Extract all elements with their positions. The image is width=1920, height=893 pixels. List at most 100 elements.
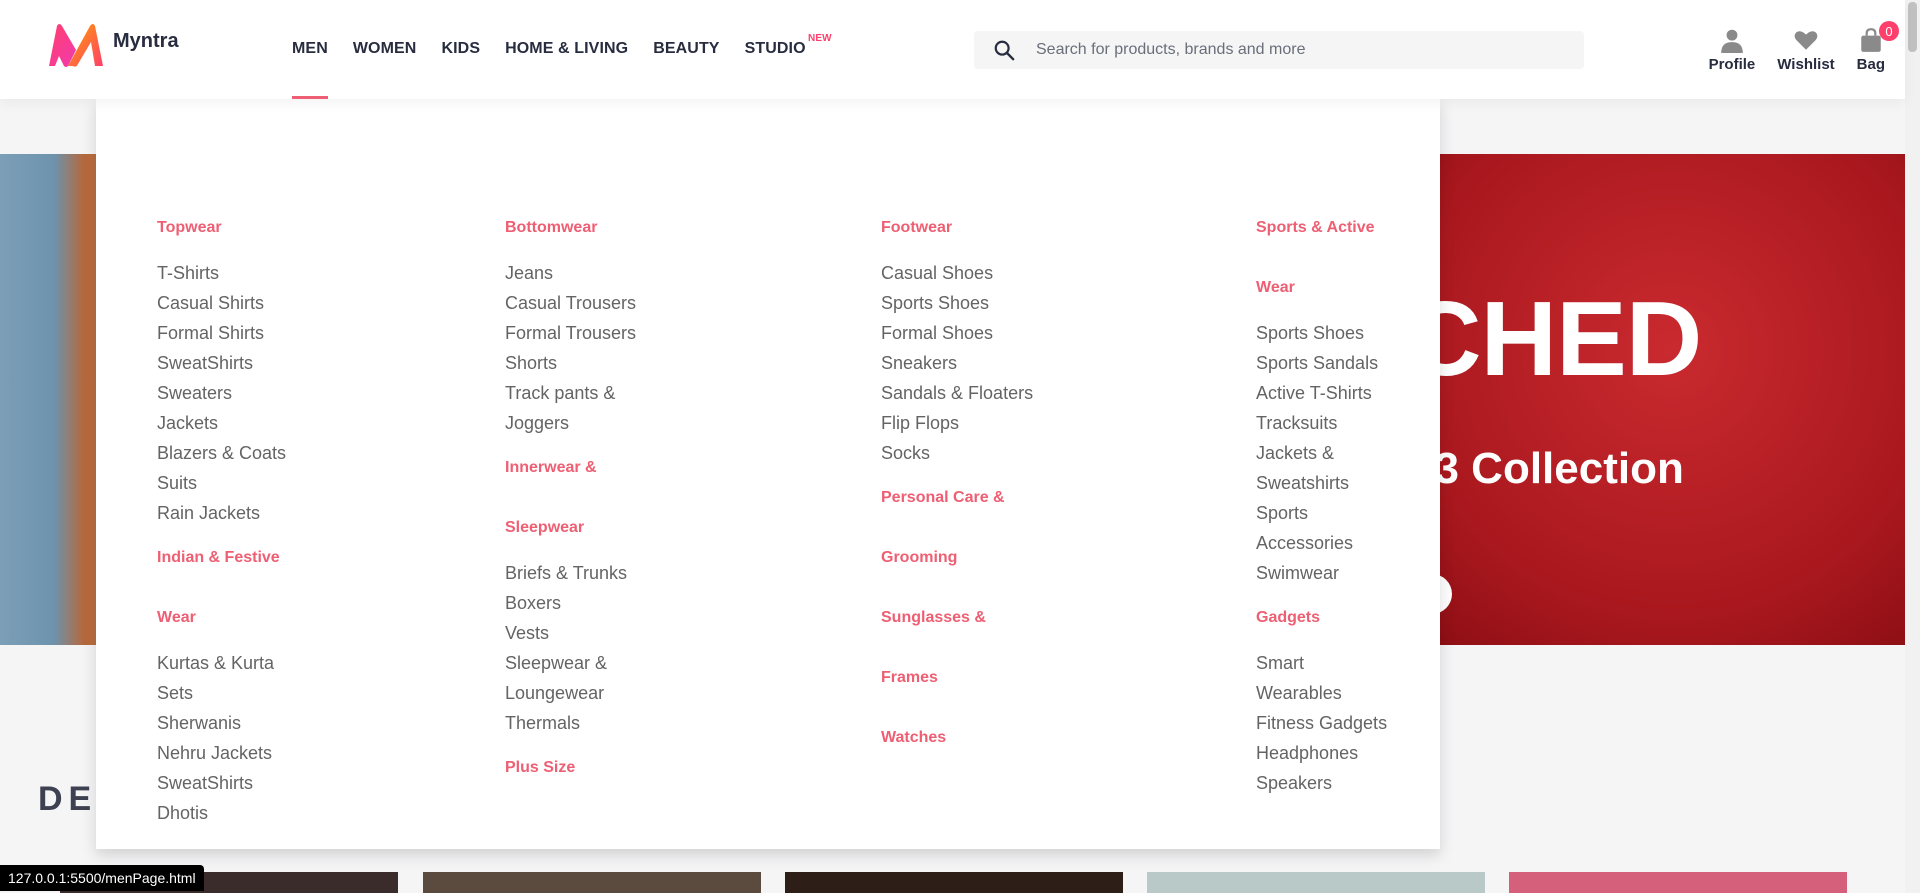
menu-link[interactable]: Casual Trousers <box>505 288 785 318</box>
menu-link[interactable]: Loungewear <box>505 678 785 708</box>
menu-link[interactable]: Sets <box>157 678 437 708</box>
menu-link[interactable]: Jackets & <box>1256 438 1536 468</box>
deal-tile[interactable] <box>423 872 761 893</box>
menu-category-title[interactable]: Watches <box>881 708 1161 768</box>
brand-name: Myntra <box>113 29 179 52</box>
menu-link[interactable]: Shorts <box>505 348 785 378</box>
menu-link[interactable]: Fitness Gadgets <box>1256 708 1536 738</box>
menu-link[interactable]: Accessories <box>1256 528 1536 558</box>
menu-category-title[interactable]: Sleepwear <box>505 498 785 558</box>
menu-category-title[interactable]: Indian & Festive <box>157 528 437 588</box>
menu-link[interactable]: Casual Shirts <box>157 288 437 318</box>
menu-link[interactable]: Sports Shoes <box>881 288 1161 318</box>
status-bar-url: 127.0.0.1:5500/menPage.html <box>0 865 204 891</box>
menu-category-title[interactable]: Grooming <box>881 528 1161 588</box>
nav-item-women[interactable]: WOMEN <box>353 0 417 99</box>
bag-button[interactable]: 0 Bag <box>1856 21 1899 73</box>
menu-link[interactable]: Sports Shoes <box>1256 318 1536 348</box>
profile-label: Profile <box>1708 56 1756 73</box>
menu-category-title[interactable]: Bottomwear <box>505 198 785 258</box>
menu-link[interactable]: Rain Jackets <box>157 498 437 528</box>
menu-link[interactable]: Headphones <box>1256 738 1536 768</box>
menu-category-title[interactable]: Frames <box>881 648 1161 708</box>
scrollbar-thumb[interactable] <box>1908 2 1917 52</box>
menu-category-title[interactable]: Footwear <box>881 198 1161 258</box>
nav-item-studio[interactable]: STUDIO NEW <box>744 0 832 99</box>
menu-link[interactable]: Joggers <box>505 408 785 438</box>
deal-tile[interactable] <box>1147 872 1485 893</box>
menu-link[interactable]: Tracksuits <box>1256 408 1536 438</box>
menu-link[interactable]: SweatShirts <box>157 348 437 378</box>
menu-link[interactable]: Active T-Shirts <box>1256 378 1536 408</box>
deal-tile[interactable] <box>785 872 1123 893</box>
menu-link[interactable]: Sherwanis <box>157 708 437 738</box>
myntra-logo[interactable]: Myntra <box>45 20 179 70</box>
menu-link[interactable]: Suits <box>157 468 437 498</box>
menu-link[interactable]: Track pants & <box>505 378 785 408</box>
menu-link[interactable]: Socks <box>881 438 1161 468</box>
menu-link[interactable]: Formal Shoes <box>881 318 1161 348</box>
page-scrollbar[interactable] <box>1905 0 1920 893</box>
menu-link[interactable]: Formal Shirts <box>157 318 437 348</box>
menu-category-title[interactable]: Personal Care & <box>881 468 1161 528</box>
wishlist-button[interactable]: Wishlist <box>1777 27 1835 73</box>
menu-link[interactable]: Sports <box>1256 498 1536 528</box>
myntra-logo-icon <box>49 24 103 67</box>
menu-link[interactable]: Casual Shoes <box>881 258 1161 288</box>
nav-item-studio-label: STUDIO <box>744 40 806 57</box>
new-badge: NEW <box>808 33 832 44</box>
menu-link[interactable]: SweatShirts <box>157 768 437 798</box>
menu-link[interactable]: Thermals <box>505 708 785 738</box>
menu-link[interactable]: Sweatshirts <box>1256 468 1536 498</box>
nav-item-men[interactable]: MEN <box>292 0 328 99</box>
search-bar <box>974 31 1584 69</box>
header: Myntra MEN WOMEN KIDS HOME & LIVING BEAU… <box>0 0 1905 99</box>
menu-link[interactable]: Dhotis <box>157 798 437 828</box>
menu-link[interactable]: Sports Sandals <box>1256 348 1536 378</box>
menu-link[interactable]: T-Shirts <box>157 258 437 288</box>
menu-link[interactable]: Sweaters <box>157 378 437 408</box>
menu-link[interactable]: Boxers <box>505 588 785 618</box>
menu-category-title[interactable]: Wear <box>1256 258 1536 318</box>
men-mega-menu: Topwear T-Shirts Casual Shirts Formal Shirt… <box>96 99 1440 849</box>
menu-link[interactable]: Nehru Jackets <box>157 738 437 768</box>
menu-link[interactable]: Kurtas & Kurta <box>157 648 437 678</box>
menu-column: Bottomwear Jeans Casual Trousers Formal Tro… <box>505 219 785 798</box>
nav-item-kids[interactable]: KIDS <box>441 0 480 99</box>
menu-link[interactable]: Wearables <box>1256 678 1536 708</box>
menu-link[interactable]: Blazers & Coats <box>157 438 437 468</box>
menu-link[interactable]: Smart <box>1256 648 1536 678</box>
deal-tile[interactable] <box>1509 872 1847 893</box>
menu-link[interactable]: Flip Flops <box>881 408 1161 438</box>
menu-category-title[interactable]: Innerwear & <box>505 438 785 498</box>
menu-category-title[interactable]: Wear <box>157 588 437 648</box>
menu-link[interactable]: Jeans <box>505 258 785 288</box>
nav-item-home-living[interactable]: HOME & LIVING <box>505 0 628 99</box>
bag-label: Bag <box>1856 56 1885 73</box>
profile-button[interactable]: Profile <box>1708 27 1756 73</box>
menu-link[interactable]: Sneakers <box>881 348 1161 378</box>
menu-link[interactable]: Sleepwear & <box>505 648 785 678</box>
menu-link[interactable]: Sandals & Floaters <box>881 378 1161 408</box>
nav-item-beauty[interactable]: BEAUTY <box>653 0 719 99</box>
heart-icon <box>1794 31 1818 50</box>
menu-category-title[interactable]: Gadgets <box>1256 588 1536 648</box>
menu-category-title[interactable]: Topwear <box>157 198 437 258</box>
menu-column: Topwear T-Shirts Casual Shirts Formal Shirt… <box>157 219 437 828</box>
menu-link[interactable]: Briefs & Trunks <box>505 558 785 588</box>
wishlist-label: Wishlist <box>1777 56 1835 73</box>
profile-icon <box>1721 29 1743 53</box>
search-input[interactable] <box>1034 40 1558 60</box>
menu-category-title[interactable]: Sunglasses & <box>881 588 1161 648</box>
search-icon[interactable] <box>974 39 1034 61</box>
menu-column: Footwear Casual Shoes Sports Shoes Formal S… <box>881 219 1161 768</box>
menu-column: Sports & Active Wear Sports Shoes Sports Sa… <box>1256 219 1536 798</box>
menu-link[interactable]: Jackets <box>157 408 437 438</box>
menu-category-title[interactable]: Plus Size <box>505 738 785 798</box>
menu-link[interactable]: Vests <box>505 618 785 648</box>
menu-category-title[interactable]: Sports & Active <box>1256 198 1536 258</box>
bag-count-badge: 0 <box>1879 21 1899 41</box>
menu-link[interactable]: Speakers <box>1256 768 1536 798</box>
menu-link[interactable]: Formal Trousers <box>505 318 785 348</box>
menu-link[interactable]: Swimwear <box>1256 558 1536 588</box>
